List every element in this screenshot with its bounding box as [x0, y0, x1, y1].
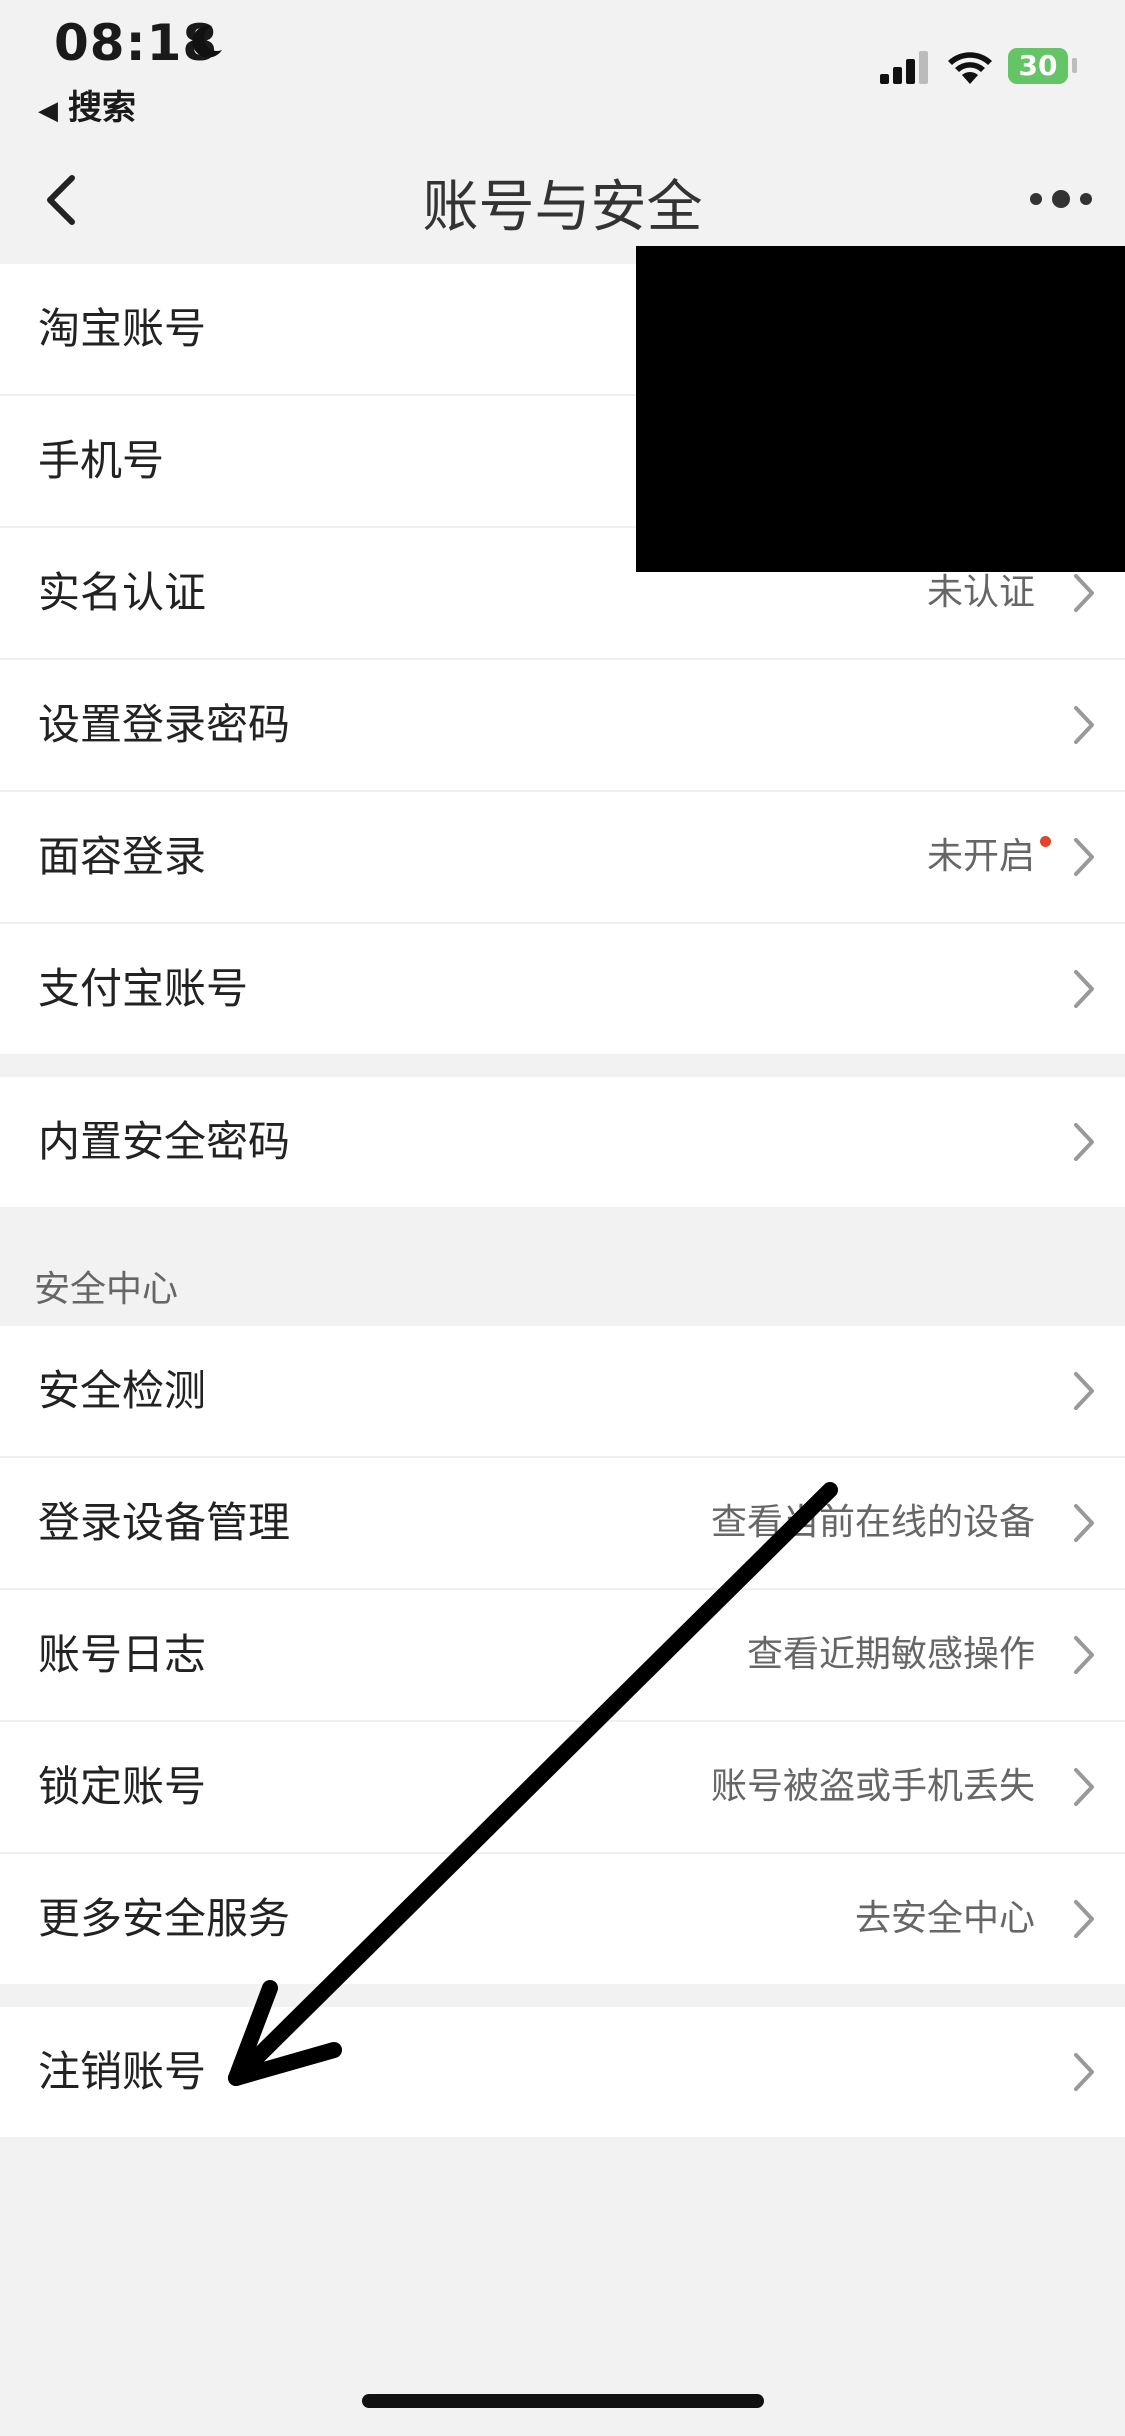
- annotation-arrow: [228, 1482, 838, 2086]
- home-indicator[interactable]: [362, 2394, 764, 2408]
